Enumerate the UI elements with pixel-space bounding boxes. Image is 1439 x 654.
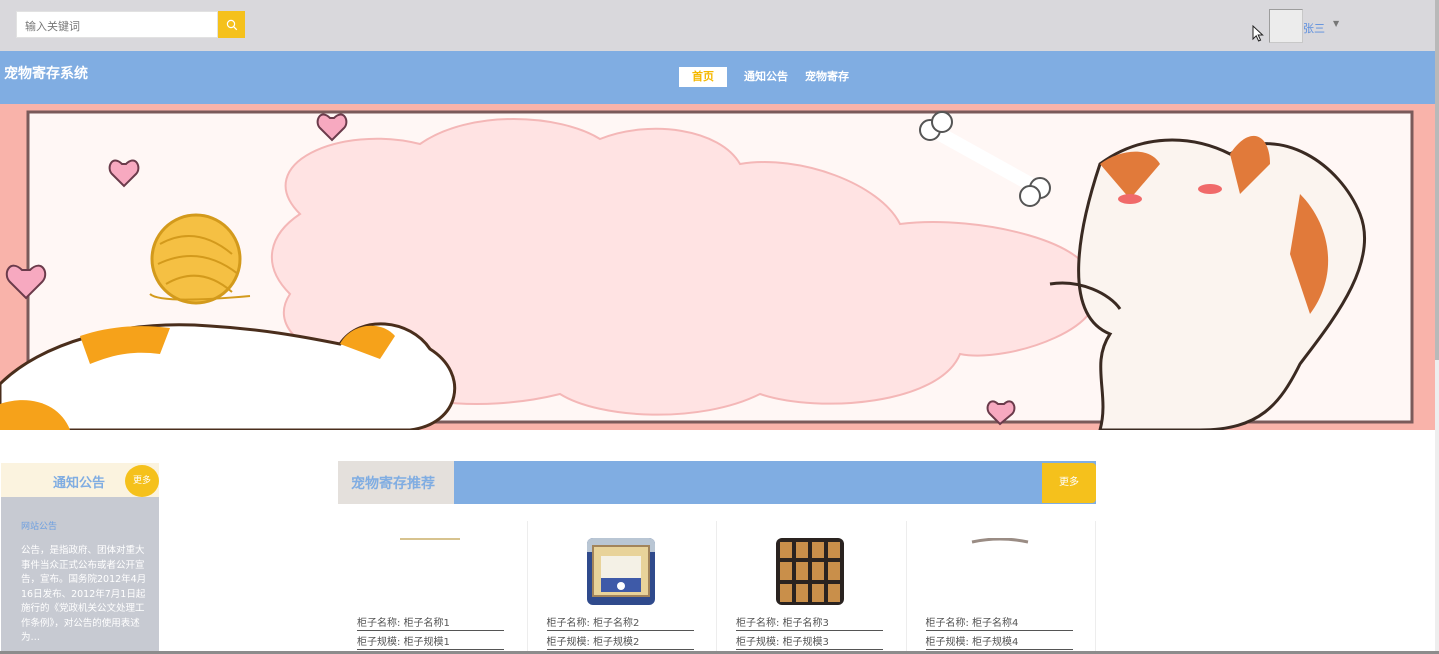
top-bar: 输入关键词 张三 ▼ — [0, 0, 1439, 51]
card-image[interactable] — [776, 538, 844, 605]
card-spec: 柜子规模: 柜子规模4 — [925, 637, 1073, 650]
card-spec: 柜子规模: 柜子规模2 — [546, 637, 694, 650]
recommend-card[interactable]: 柜子名称: 柜子名称2 柜子规模: 柜子规模2 — [528, 521, 717, 654]
recommend-card-list: 柜子名称: 柜子名称1 柜子规模: 柜子规模1 柜子名称: 柜子名称2 柜子规模… — [338, 521, 1096, 654]
card-spec: 柜子规模: 柜子规模1 — [357, 637, 504, 650]
nav-item-pet-storage[interactable]: 宠物寄存 — [805, 67, 849, 87]
recommend-title: 宠物寄存推荐 — [351, 476, 435, 492]
avatar[interactable] — [1269, 9, 1303, 43]
nav-bar: 宠物寄存系统 首页 通知公告 宠物寄存 — [0, 51, 1439, 104]
search-button[interactable] — [218, 11, 245, 38]
search-input[interactable]: 输入关键词 — [16, 11, 218, 38]
nav-item-notices[interactable]: 通知公告 — [744, 67, 788, 87]
notice-title: 通知公告 — [53, 476, 106, 491]
card-name: 柜子名称: 柜子名称4 — [925, 618, 1073, 631]
recommend-card[interactable]: 柜子名称: 柜子名称1 柜子规模: 柜子规模1 — [338, 521, 528, 654]
recommend-title-box: 宠物寄存推荐 — [338, 461, 454, 504]
notice-item-text: 公告，是指政府、团体对重大事件当众正式公布或者公开宣告，宣布。国务院2012年4… — [21, 545, 147, 643]
search-icon — [226, 19, 237, 30]
notice-body: 网站公告 公告，是指政府、团体对重大事件当众正式公布或者公开宣告，宣布。国务院2… — [1, 497, 159, 654]
chevron-down-icon[interactable]: ▼ — [1333, 19, 1339, 28]
banner-illustration — [0, 104, 1439, 430]
card-image[interactable] — [397, 538, 465, 605]
card-image[interactable] — [586, 538, 655, 605]
main-nav: 首页 通知公告 宠物寄存 — [679, 67, 866, 87]
user-name-link[interactable]: 张三 — [1303, 20, 1325, 36]
card-spec: 柜子规模: 柜子规模3 — [736, 637, 883, 650]
nav-item-home[interactable]: 首页 — [679, 67, 727, 87]
site-title[interactable]: 宠物寄存系统 — [4, 63, 88, 83]
recommend-header: 宠物寄存推荐 更多 — [338, 461, 1096, 504]
recommend-more-button[interactable]: 更多 — [1042, 463, 1096, 503]
card-image[interactable] — [966, 538, 1034, 605]
page-scrollbar-thumb[interactable] — [1435, 0, 1439, 360]
card-name: 柜子名称: 柜子名称3 — [736, 618, 883, 631]
recommend-card[interactable]: 柜子名称: 柜子名称3 柜子规模: 柜子规模3 — [717, 521, 907, 654]
notice-panel: 通知公告 更多 网站公告 公告，是指政府、团体对重大事件当众正式公布或者公开宣告… — [1, 463, 159, 654]
notice-more-button[interactable]: 更多 — [125, 465, 159, 497]
mouse-cursor-icon — [1252, 25, 1264, 42]
notice-item-title[interactable]: 网站公告 — [21, 519, 149, 532]
card-name: 柜子名称: 柜子名称1 — [357, 618, 504, 631]
recommend-card[interactable]: 柜子名称: 柜子名称4 柜子规模: 柜子规模4 — [907, 521, 1096, 654]
notice-header: 通知公告 更多 — [1, 463, 159, 497]
card-name: 柜子名称: 柜子名称2 — [546, 618, 694, 631]
banner-carousel[interactable] — [0, 104, 1439, 430]
